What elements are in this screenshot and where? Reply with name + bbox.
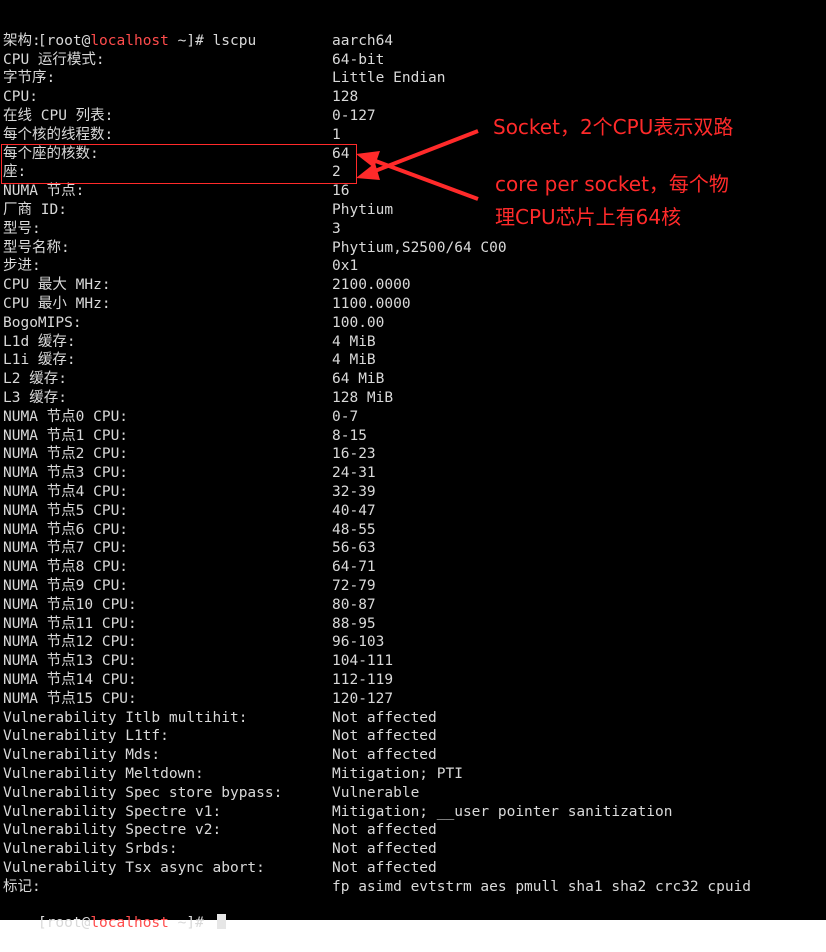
arrow-head-socket [356, 163, 380, 180]
arrow-line-socket [361, 129, 479, 178]
annotation-socket-note: Socket，2个CPU表示双路 [493, 115, 734, 139]
annotation-core-note-line2: 理CPU芯片上有64核 [495, 205, 682, 229]
arrow-head-cores [356, 151, 380, 168]
annotation-core-note-line1: core per socket，每个物 [495, 172, 729, 196]
arrow-line-cores [361, 154, 479, 201]
terminal-window[interactable]: [root@localhost ~]# lscpu 架构: aarch64 CPU … [0, 0, 826, 931]
